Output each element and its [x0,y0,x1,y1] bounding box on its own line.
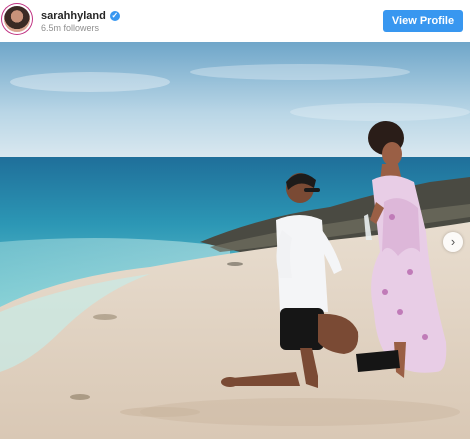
username-row: sarahhyland ✓ [41,9,120,23]
post-header: sarahhyland ✓ 6.5m followers View Profil… [0,0,470,42]
view-profile-button[interactable]: View Profile [383,10,463,32]
username-link[interactable]: sarahhyland [41,10,106,22]
post-photo[interactable] [0,42,470,439]
verified-badge-icon: ✓ [109,11,120,21]
chevron-right-icon[interactable]: › [443,232,463,252]
avatar[interactable] [4,6,30,32]
beach-proposal-image [0,42,470,439]
follower-count: 6.5m followers [41,23,100,33]
